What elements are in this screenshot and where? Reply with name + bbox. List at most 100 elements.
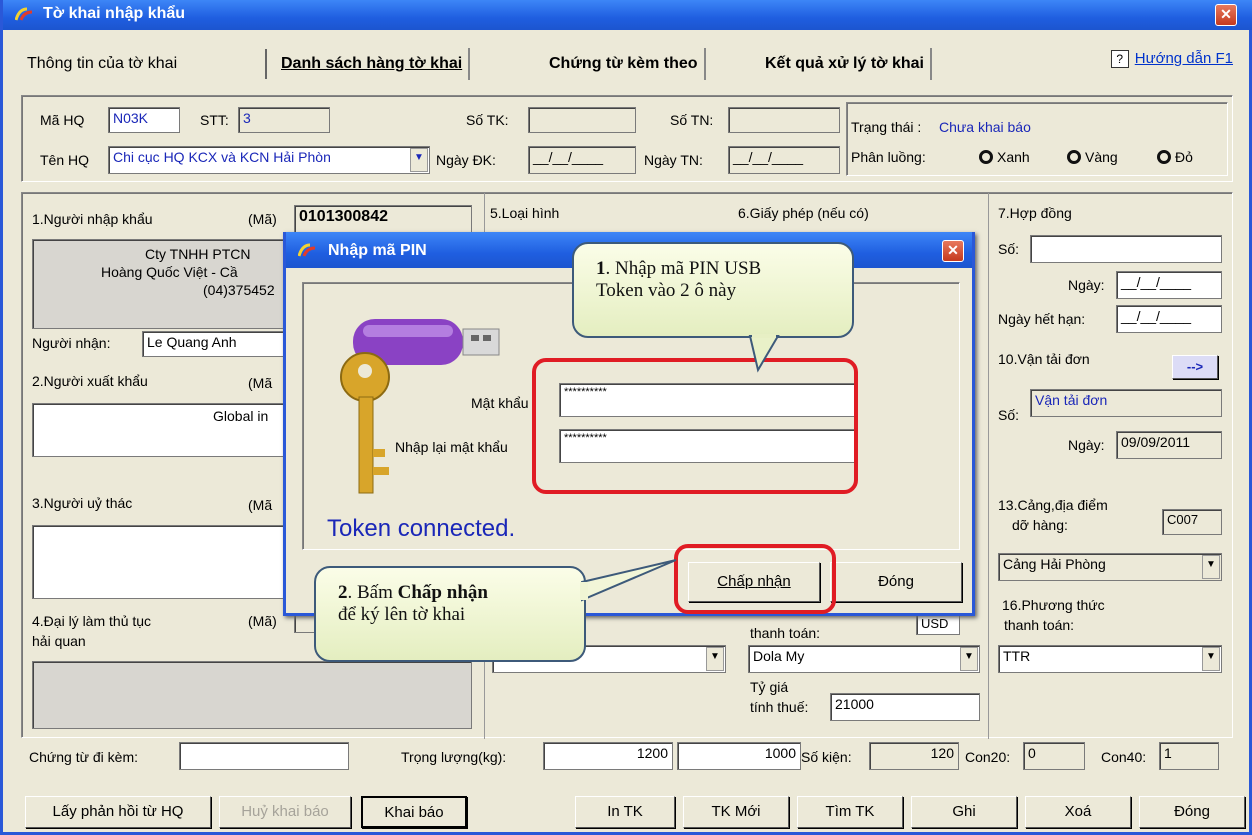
importer-line-2: Hoàng Quốc Việt - Cầ	[101, 264, 238, 280]
help-link[interactable]: ? Hướng dẫn F1	[1110, 50, 1233, 69]
chung-tu-input[interactable]	[179, 742, 349, 770]
trang-thai-value: Chưa khai báo	[939, 119, 1031, 135]
dialog-title: Nhập mã PIN	[328, 242, 427, 259]
cang-select[interactable]: Cảng Hải Phòng ▼	[998, 553, 1222, 581]
ngay-tn-input[interactable]: __/__/____	[728, 146, 840, 174]
tk-moi-button[interactable]: TK Mới	[683, 796, 789, 828]
ma-hq-input[interactable]: N03K	[108, 107, 180, 133]
phan-luong-label: Phân luồng:	[851, 149, 926, 165]
in-tk-button[interactable]: In TK	[575, 796, 675, 828]
dialog-dong-button[interactable]: Đóng	[830, 562, 962, 602]
importer-line-3: (04)375452	[203, 282, 275, 298]
so-tn-label: Số TN:	[670, 112, 714, 128]
nguoi-nhap-khau-ma[interactable]: 0101300842	[294, 205, 472, 233]
ma-hq-label: Mã HQ	[40, 112, 85, 128]
ty-gia-label-2: tính thuế:	[750, 699, 809, 715]
currency-value: Dola My	[753, 648, 805, 664]
radio-do[interactable]: Đỏ	[1157, 149, 1193, 165]
tab-thong-tin[interactable]: Thông tin của tờ khai	[21, 48, 184, 80]
window-close-button[interactable]: ✕	[1215, 4, 1237, 26]
callout-2-line-b: để ký lên tờ khai	[338, 604, 466, 625]
radio-vang[interactable]: Vàng	[1067, 149, 1118, 165]
stt-input[interactable]: 3	[238, 107, 330, 133]
thanh-toan-label: thanh toán:	[750, 625, 821, 641]
window-title: Tờ khai nhập khẩu	[43, 5, 186, 22]
hop-dong-ngay-input[interactable]: __/__/____	[1116, 271, 1222, 299]
so-kien-input[interactable]: 120	[869, 742, 959, 770]
so-tk-input[interactable]	[528, 107, 636, 133]
dong-button[interactable]: Đóng	[1139, 796, 1245, 828]
dialog-close-button[interactable]: ✕	[942, 240, 964, 262]
nguoi-uy-thac-label: 3.Người uỷ thác	[32, 495, 133, 511]
chevron-down-icon[interactable]: ▼	[1202, 647, 1220, 671]
callout-step-2: 2. Bấm Chấp nhận để ký lên tờ khai	[314, 566, 586, 662]
hop-dong-so-input[interactable]	[1030, 235, 1222, 263]
radio-icon	[1067, 150, 1081, 164]
callout-2-pointer	[580, 559, 677, 602]
trang-thai-box: Trạng thái : Chưa khai báo Phân luồng: X…	[846, 102, 1228, 176]
con40-input[interactable]: 1	[1159, 742, 1219, 770]
van-tai-don-button[interactable]: -->	[1172, 355, 1218, 379]
tab-chung-tu[interactable]: Chứng từ kèm theo	[543, 48, 706, 80]
ghi-button[interactable]: Ghi	[911, 796, 1017, 828]
ma-label-2: (Mã)	[248, 613, 277, 629]
ten-hq-value: Chi cục HQ KCX và KCN Hải Phòn	[113, 149, 331, 165]
con40-label: Con40:	[1101, 749, 1147, 765]
nguoi-nhan-input[interactable]: Le Quang Anh	[142, 331, 302, 357]
callout-step-1: 1. Nhập mã PIN USB Token vào 2 ô này	[572, 242, 854, 338]
ngay-het-han-input[interactable]: __/__/____	[1116, 305, 1222, 333]
dai-ly-box[interactable]	[32, 661, 472, 729]
title-bar: Tờ khai nhập khẩu ✕	[3, 0, 1252, 30]
tab-strip: Thông tin của tờ khai Danh sách hàng tờ …	[11, 40, 1247, 86]
tim-tk-button[interactable]: Tìm TK	[797, 796, 903, 828]
app-logo-icon	[298, 243, 316, 257]
pin-fields-highlight	[532, 358, 858, 494]
ngay-dk-input[interactable]: __/__/____	[528, 146, 636, 174]
radio-icon	[979, 150, 993, 164]
trang-thai-label: Trạng thái :	[851, 119, 922, 135]
chevron-down-icon[interactable]: ▼	[706, 647, 724, 671]
van-tai-so-label: Số:	[998, 407, 1020, 423]
currency-select[interactable]: Dola My ▼	[748, 645, 980, 673]
chevron-down-icon[interactable]: ▼	[960, 647, 978, 671]
hop-dong-label: 7.Hợp đồng	[998, 205, 1072, 221]
callout-1-line-a: . Nhập mã PIN USB	[605, 258, 762, 279]
trong-luong-input-2[interactable]: 1000	[677, 742, 801, 770]
chevron-down-icon[interactable]: ▼	[1202, 555, 1220, 579]
dai-ly-label-2: hải quan	[32, 633, 86, 649]
radio-xanh[interactable]: Xanh	[979, 149, 1030, 165]
tab-ket-qua[interactable]: Kết quả xử lý tờ khai	[759, 48, 932, 80]
lay-phan-hoi-button[interactable]: Lấy phản hồi từ HQ	[25, 796, 211, 828]
giay-phep-label: 6.Giấy phép (nếu có)	[738, 205, 869, 221]
hop-dong-so-label: Số:	[998, 241, 1020, 257]
nguoi-nhan-label: Người nhận:	[32, 335, 111, 351]
callout-1-line-b: Token vào 2 ô này	[596, 280, 737, 301]
phuong-thuc-select[interactable]: TTR ▼	[998, 645, 1222, 673]
callout-2-text-a: . Bấm	[347, 582, 398, 603]
xoa-button[interactable]: Xoá	[1025, 796, 1131, 828]
help-link-text: Hướng dẫn F1	[1134, 50, 1233, 67]
huy-khai-bao-button[interactable]: Huỷ khai báo	[219, 796, 351, 828]
khai-bao-button[interactable]: Khai báo	[361, 796, 467, 828]
cang-code-input[interactable]: C007	[1162, 509, 1222, 535]
trong-luong-input-1[interactable]: 1200	[543, 742, 673, 770]
chevron-down-icon[interactable]: ▼	[410, 148, 428, 172]
so-tn-input[interactable]	[728, 107, 840, 133]
van-tai-ngay-input[interactable]: 09/09/2011	[1116, 431, 1222, 459]
trong-luong-label: Trọng lượng(kg):	[401, 749, 507, 765]
hop-dong-ngay-label: Ngày:	[1068, 277, 1105, 293]
con20-input[interactable]: 0	[1023, 742, 1085, 770]
van-tai-ngay-label: Ngày:	[1068, 437, 1105, 453]
ma-short-label: (Mã	[248, 375, 273, 391]
currency-code[interactable]: USD	[916, 613, 960, 635]
ten-hq-select[interactable]: Chi cục HQ KCX và KCN Hải Phòn ▼	[108, 146, 430, 174]
help-icon: ?	[1110, 50, 1129, 69]
van-tai-so-input[interactable]: Vận tải đơn	[1030, 389, 1222, 417]
van-tai-don-label: 10.Vận tải đơn	[998, 351, 1090, 367]
importer-line-1: Cty TNHH PTCN	[145, 246, 251, 262]
stt-label: STT:	[200, 112, 229, 128]
accept-button-highlight	[674, 544, 836, 614]
tab-danh-sach-hang[interactable]: Danh sách hàng tờ khai	[275, 48, 471, 80]
ty-gia-input[interactable]: 21000	[830, 693, 980, 721]
chung-tu-label: Chứng từ đi kèm:	[29, 749, 139, 765]
